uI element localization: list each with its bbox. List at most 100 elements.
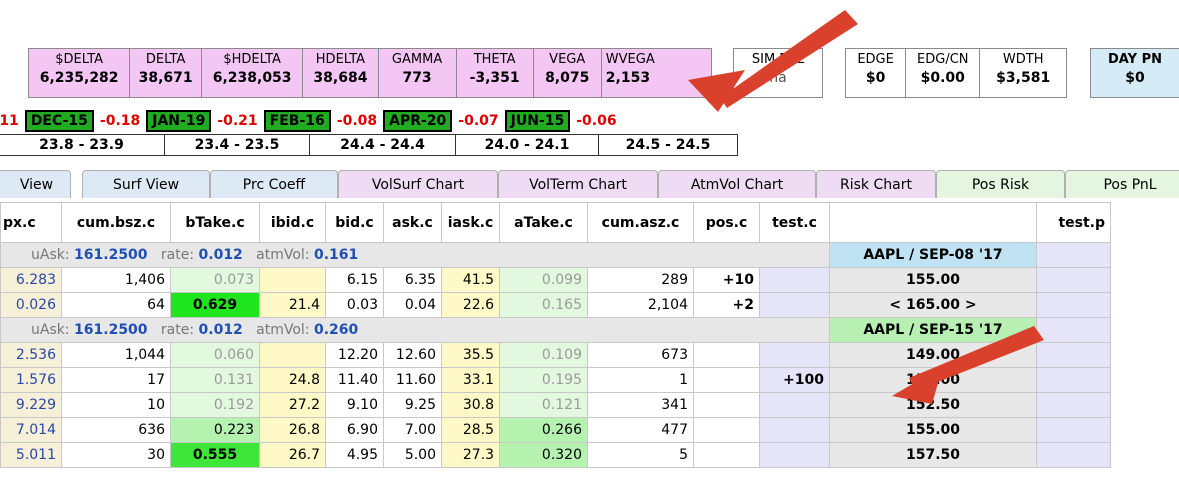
cell-cum-asz: 5 xyxy=(587,442,694,468)
tab-surf-view[interactable]: Surf View xyxy=(82,170,210,198)
cell-atake[interactable]: 0.165 xyxy=(499,292,588,318)
rate-value: 0.012 xyxy=(198,247,243,263)
summary-label: EDG/CN xyxy=(917,52,969,67)
tab-volterm-chart[interactable]: VolTerm Chart xyxy=(498,170,658,198)
tab-view[interactable]: View xyxy=(0,170,71,198)
cell-ask: 12.60 xyxy=(383,342,442,368)
tab-atmvol-chart[interactable]: AtmVol Chart xyxy=(658,170,816,198)
cell-strike: 152.50 xyxy=(829,392,1037,418)
cell-atake[interactable]: 0.109 xyxy=(499,342,588,368)
cell-cum-asz: 2,104 xyxy=(587,292,694,318)
summary-label: DELTA xyxy=(145,52,186,67)
expiry-range-jun-15: 24.5 - 24.5 xyxy=(598,134,738,156)
col-header-pos[interactable]: pos.c xyxy=(693,202,760,243)
cell-bid: 6.15 xyxy=(325,267,384,293)
cell-btake[interactable]: 0.073 xyxy=(170,267,260,293)
cell-btake[interactable]: 0.060 xyxy=(170,342,260,368)
cell-test[interactable] xyxy=(759,417,830,443)
cell-bid: 9.10 xyxy=(325,392,384,418)
group-title: AAPL / SEP-15 '17 xyxy=(829,317,1037,343)
cell-ibid: 27.2 xyxy=(259,392,326,418)
tab-pos-risk[interactable]: Pos Risk xyxy=(936,170,1065,198)
tab-prc-coeff[interactable]: Prc Coeff xyxy=(210,170,338,198)
table-row[interactable]: 1.576 17 0.131 24.8 11.40 11.60 33.1 0.1… xyxy=(0,367,1111,393)
cell-pos xyxy=(693,417,760,443)
cell-px: 2.536 xyxy=(0,342,62,368)
cell-iask: 35.5 xyxy=(441,342,500,368)
cell-btake[interactable]: 0.223 xyxy=(170,417,260,443)
summary-value: 6,238,053 xyxy=(212,70,292,86)
tab-pos-pnl[interactable]: Pos PnL xyxy=(1065,170,1179,198)
cell-cum-asz: 1 xyxy=(587,367,694,393)
table-row[interactable]: 7.014 636 0.223 26.8 6.90 7.00 28.5 0.26… xyxy=(0,417,1111,443)
cell-atake[interactable]: 0.099 xyxy=(499,267,588,293)
cell-ibid: 21.4 xyxy=(259,292,326,318)
table-row[interactable]: 0.026 64 0.629 21.4 0.03 0.04 22.6 0.165… xyxy=(0,292,1111,318)
cell-test[interactable]: +100 xyxy=(759,367,830,393)
cell-bid: 11.40 xyxy=(325,367,384,393)
cell-test[interactable] xyxy=(759,442,830,468)
cell-btake[interactable]: 0.192 xyxy=(170,392,260,418)
cell-cum-asz: 673 xyxy=(587,342,694,368)
cell-atake[interactable]: 0.121 xyxy=(499,392,588,418)
col-header-ibid[interactable]: ibid.c xyxy=(259,202,326,243)
expiry-badge-dec-15[interactable]: DEC-15 xyxy=(24,110,94,132)
cell-btake[interactable]: 0.131 xyxy=(170,367,260,393)
cell-ask: 0.04 xyxy=(383,292,442,318)
cell-bid: 0.03 xyxy=(325,292,384,318)
summary-value: 2,153 xyxy=(605,70,651,86)
summary-label: THETA xyxy=(473,52,516,67)
tab-risk-chart[interactable]: Risk Chart xyxy=(816,170,936,198)
cell-ibid: 26.8 xyxy=(259,417,326,443)
col-header-iask[interactable]: iask.c xyxy=(441,202,500,243)
expiry-change: -0.07 xyxy=(458,113,499,129)
tab-volsurf-chart[interactable]: VolSurf Chart xyxy=(338,170,498,198)
cell-px: 9.229 xyxy=(0,392,62,418)
expiry-badge-apr-20[interactable]: APR-20 xyxy=(383,110,453,132)
expiry-strip: .11 DEC-15 -0.18 JAN-19 -0.21 FEB-16 -0.… xyxy=(0,110,617,132)
cell-atake[interactable]: 0.266 xyxy=(499,417,588,443)
table-row[interactable]: 5.011 30 0.555 26.7 4.95 5.00 27.3 0.320… xyxy=(0,442,1111,468)
col-header-px[interactable]: px.c xyxy=(0,202,62,243)
col-header-bid[interactable]: bid.c xyxy=(325,202,384,243)
col-header-cum-bsz[interactable]: cum.bsz.c xyxy=(61,202,171,243)
cell-cum-bsz: 1,044 xyxy=(61,342,171,368)
table-row[interactable]: 6.283 1,406 0.073 6.15 6.35 41.5 0.099 2… xyxy=(0,267,1111,293)
cell-ask: 6.35 xyxy=(383,267,442,293)
cell-pos: +2 xyxy=(693,292,760,318)
summary-cell-wdth: WDTH $3,581 xyxy=(980,49,1066,97)
cell-test[interactable] xyxy=(759,292,830,318)
cell-atake[interactable]: 0.195 xyxy=(499,367,588,393)
cell-test[interactable] xyxy=(759,392,830,418)
cell-cum-bsz: 17 xyxy=(61,367,171,393)
cell-bid: 4.95 xyxy=(325,442,384,468)
cell-btake[interactable]: 0.629 xyxy=(170,292,260,318)
table-row[interactable]: 2.536 1,044 0.060 12.20 12.60 35.5 0.109… xyxy=(0,342,1111,368)
greeks-summary-panel: $DELTA 6,235,282 DELTA 38,671 $HDELTA 6,238… xyxy=(28,48,712,98)
summary-value: $0 xyxy=(865,70,886,86)
expiry-range-apr-20: 24.0 - 24.1 xyxy=(455,134,599,156)
cell-test-p xyxy=(1036,417,1111,443)
table-row[interactable]: 9.229 10 0.192 27.2 9.10 9.25 30.8 0.121… xyxy=(0,392,1111,418)
col-header-ask[interactable]: ask.c xyxy=(383,202,442,243)
expiry-badge-jun-15[interactable]: JUN-15 xyxy=(504,110,571,132)
col-header-test[interactable]: test.c xyxy=(759,202,830,243)
col-header-atake[interactable]: aTake.c xyxy=(499,202,588,243)
cell-test[interactable] xyxy=(759,342,830,368)
col-header-strike[interactable] xyxy=(829,202,1037,243)
cell-atake[interactable]: 0.320 xyxy=(499,442,588,468)
cell-ibid xyxy=(259,267,326,293)
expiry-range-jan-19: 23.4 - 23.5 xyxy=(164,134,310,156)
cell-px: 5.011 xyxy=(0,442,62,468)
col-header-test-p[interactable]: test.p xyxy=(1036,202,1111,243)
col-header-btake[interactable]: bTake.c xyxy=(170,202,260,243)
cell-pos xyxy=(693,342,760,368)
summary-cell-edge: EDGE $0 xyxy=(846,49,907,97)
summary-cell-vega: VEGA 8,075 xyxy=(534,49,602,97)
expiry-badge-jan-19[interactable]: JAN-19 xyxy=(146,110,212,132)
options-grid: px.c cum.bsz.c bTake.c ibid.c bid.c ask.… xyxy=(0,202,1111,468)
expiry-badge-feb-16[interactable]: FEB-16 xyxy=(263,110,331,132)
cell-btake[interactable]: 0.555 xyxy=(170,442,260,468)
col-header-cum-asz[interactable]: cum.asz.c xyxy=(587,202,694,243)
cell-test[interactable] xyxy=(759,267,830,293)
